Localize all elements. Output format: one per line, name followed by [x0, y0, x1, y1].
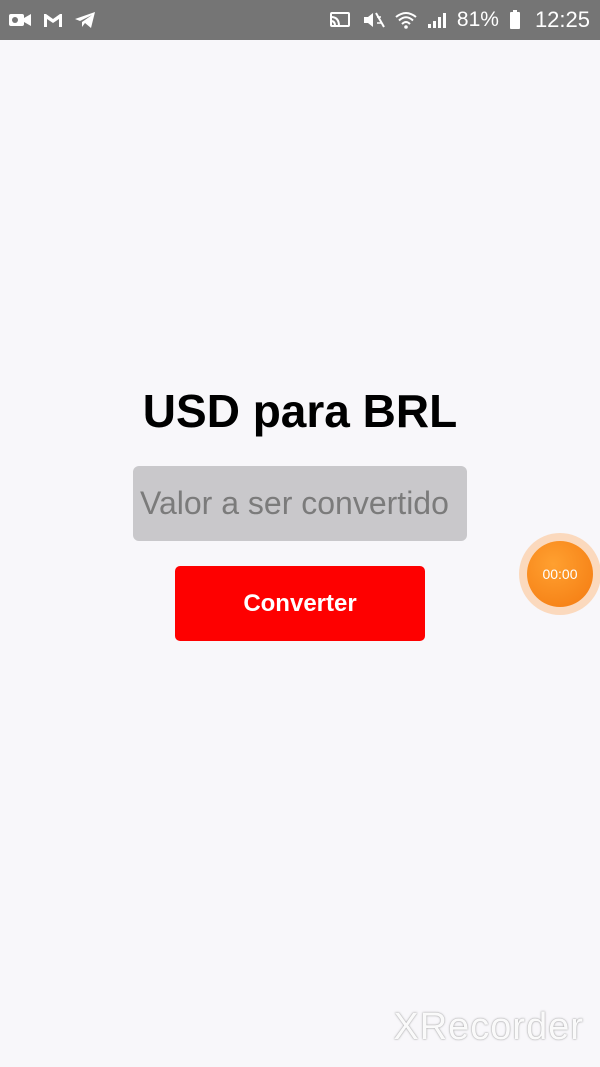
recorder-timer: 00:00 [527, 541, 593, 607]
wifi-icon [395, 11, 417, 29]
status-right-icons: 81% 12:25 [329, 7, 590, 33]
page-title: USD para BRL [142, 385, 458, 437]
battery-icon [509, 10, 521, 30]
video-camera-icon [8, 11, 32, 29]
signal-icon [427, 11, 447, 29]
amount-input[interactable] [133, 466, 467, 541]
cast-icon [329, 11, 351, 29]
battery-percent: 81% [456, 8, 499, 31]
app-screen: 81% 12:25 USD para BRL Converter 00:00 X… [0, 0, 600, 1067]
convert-button[interactable]: Converter [175, 566, 425, 641]
status-bar: 81% 12:25 [0, 0, 600, 40]
telegram-icon [74, 11, 96, 29]
gmail-icon [42, 11, 64, 29]
clock: 12:25 [534, 7, 590, 32]
recorder-bubble[interactable]: 00:00 [519, 533, 600, 615]
status-left-icons [8, 11, 96, 29]
recorder-watermark: XRecorder [393, 1006, 584, 1048]
mute-icon [361, 11, 385, 29]
